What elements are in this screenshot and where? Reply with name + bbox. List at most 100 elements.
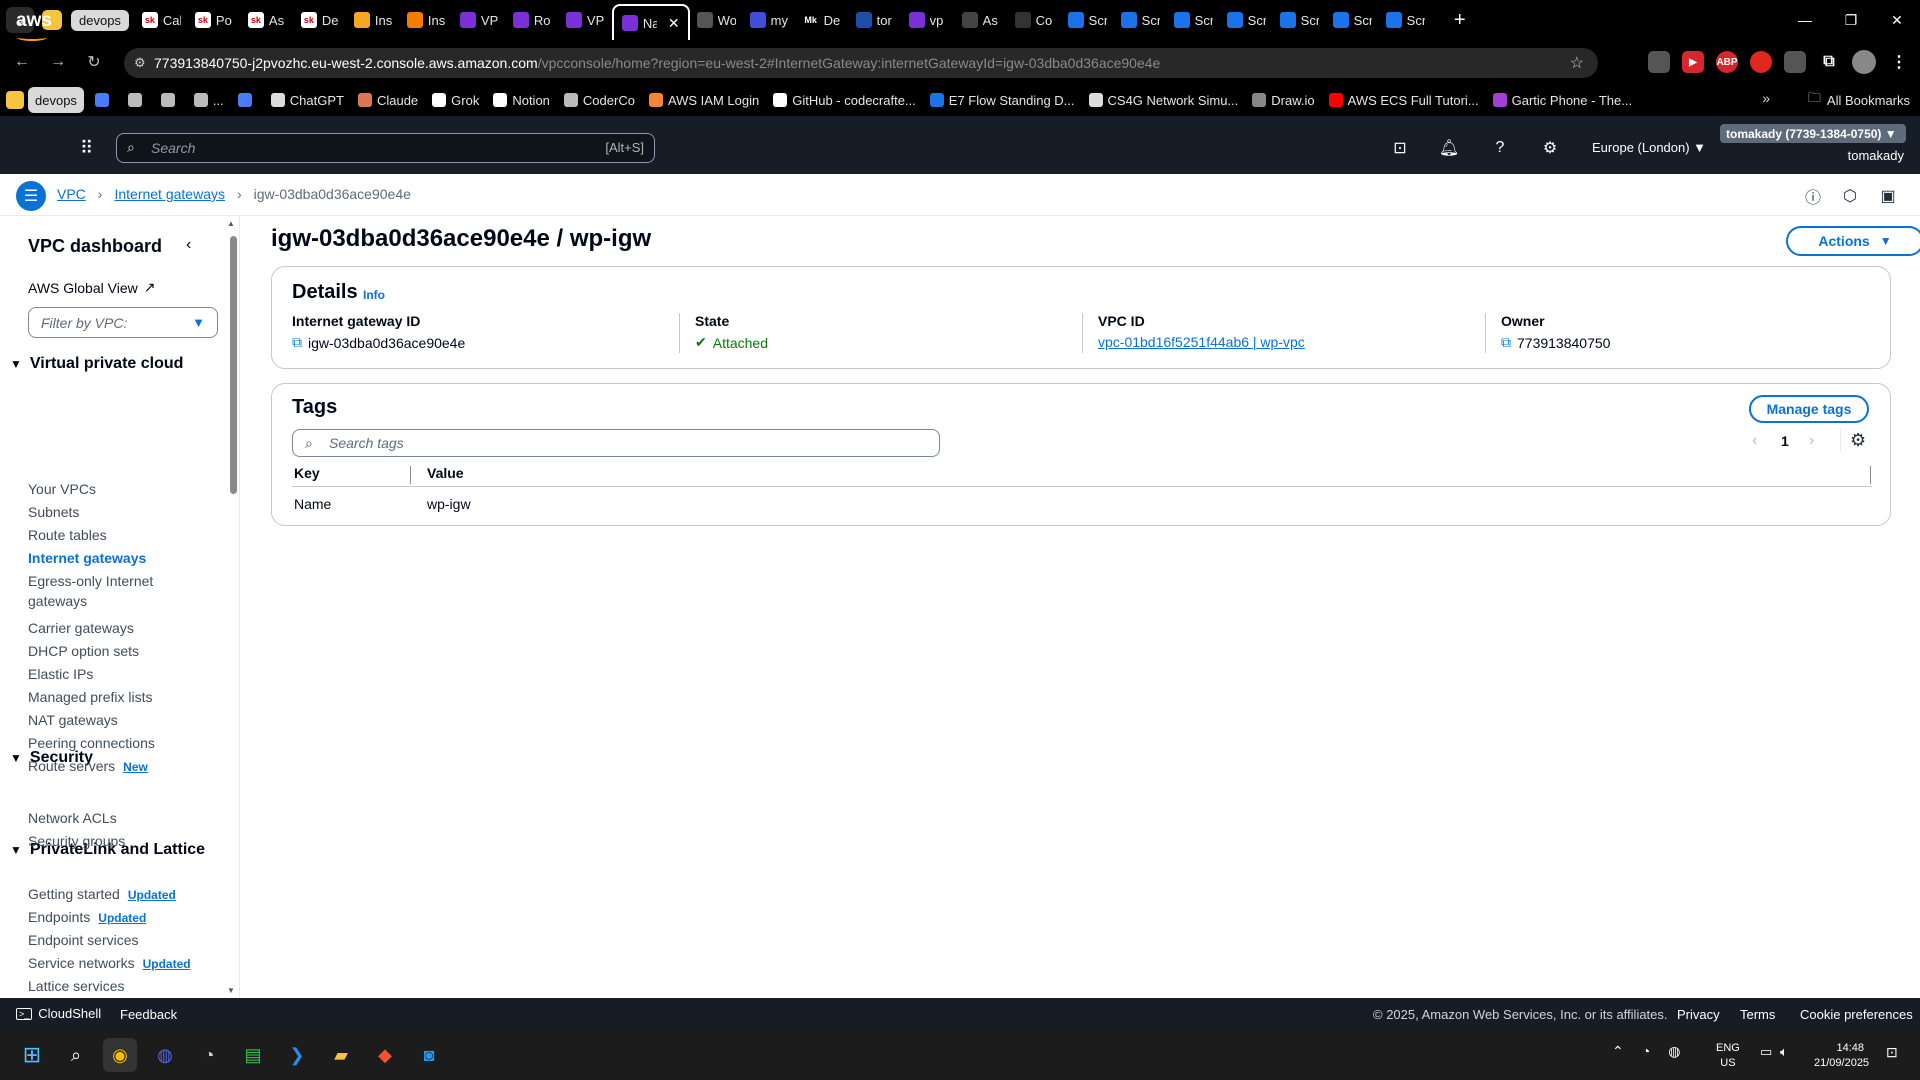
column-resizer[interactable] — [410, 466, 411, 484]
settings-gear-icon[interactable]: ⚙ — [1536, 134, 1564, 162]
help-icon[interactable]: ? — [1486, 134, 1514, 162]
page-number[interactable]: 1 — [1781, 433, 1789, 449]
browser-tab[interactable]: sk De — [294, 4, 347, 36]
docker-icon[interactable]: ◙ — [412, 1038, 446, 1072]
language-indicator[interactable]: ENG US — [1716, 1041, 1740, 1071]
sidebar-item-egress-only-internet-gateways[interactable]: Egress-only Internet gateways — [28, 571, 208, 611]
browser-tab[interactable]: Scr — [1220, 4, 1273, 36]
extension-icon[interactable] — [1750, 51, 1772, 73]
bookmark-item[interactable]: ChatGPT — [264, 87, 351, 113]
windows-start-icon[interactable]: ⊞ — [15, 1038, 49, 1072]
new-tab-plus-icon[interactable]: + — [1448, 9, 1472, 32]
cloudshell-button[interactable]: >_ CloudShell — [16, 1006, 101, 1021]
close-window-icon[interactable]: ✕ — [1874, 0, 1920, 40]
chrome-icon[interactable]: ◉ — [103, 1038, 137, 1072]
tab-group-label[interactable]: devops — [71, 9, 129, 31]
browser-tab[interactable]: Co — [1008, 4, 1061, 36]
back-arrow-icon[interactable]: ← — [4, 44, 40, 80]
sidebar-title[interactable]: VPC dashboard — [28, 236, 162, 257]
sidebar-item-dhcp-option-sets[interactable]: DHCP option sets — [28, 641, 208, 661]
copy-icon[interactable]: ⧉ — [292, 334, 302, 351]
bookmark-item[interactable]: CS4G Network Simu... — [1082, 87, 1246, 113]
restore-icon[interactable]: ❐ — [1828, 0, 1874, 40]
aws-logo[interactable]: aws — [16, 10, 52, 32]
browser-tab[interactable]: vp — [902, 4, 955, 36]
notepad-icon[interactable]: ▤ — [236, 1038, 270, 1072]
sidebar-item-subnets[interactable]: Subnets — [28, 502, 208, 522]
column-header-key[interactable]: Key — [294, 465, 320, 481]
sidebar-item-your-vpcs[interactable]: Your VPCs — [28, 479, 208, 499]
browser-tab[interactable]: sk As — [241, 4, 294, 36]
breadcrumb-internet-gateways[interactable]: Internet gateways — [114, 186, 225, 202]
sidebar-item-security-groups[interactable]: Security groups — [28, 831, 208, 851]
feedback-panel-icon[interactable]: ▣ — [1876, 184, 1900, 208]
volume-icon[interactable]: 🔈︎ — [1780, 1044, 1788, 1060]
sidebar-item-badge[interactable]: New — [123, 760, 148, 774]
services-grid-icon[interactable]: ⠿ — [80, 138, 93, 159]
adblock-extension-icon[interactable]: ABP — [1716, 51, 1738, 73]
browser-tab[interactable]: sk Cal — [135, 4, 188, 36]
bookmark-item[interactable]: Claude — [351, 87, 425, 113]
bookmark-group-icon[interactable] — [6, 91, 24, 109]
browser-tab[interactable]: Scr — [1273, 4, 1326, 36]
file-explorer-icon[interactable]: ▰ — [324, 1038, 358, 1072]
all-bookmarks-folder[interactable]: 🗀 All Bookmarks — [1808, 84, 1910, 116]
privacy-link[interactable]: Privacy — [1677, 1007, 1720, 1022]
details-info-link[interactable]: Info — [363, 288, 385, 302]
tag-search-input[interactable]: ⌕ Search tags — [292, 429, 940, 457]
account-username[interactable]: tomakady — [1848, 148, 1904, 163]
breadcrumb-vpc[interactable]: VPC — [57, 186, 86, 202]
sidebar-item-endpoint-services[interactable]: Endpoint services — [28, 930, 208, 950]
bookmark-item[interactable]: AWS ECS Full Tutori... — [1322, 87, 1486, 113]
account-menu[interactable]: tomakady (7739-1384-0750) ▼ — [1720, 124, 1906, 143]
bookmark-item[interactable] — [88, 87, 121, 113]
browser-tab[interactable]: Ro — [506, 4, 559, 36]
browser-tab[interactable]: tor — [849, 4, 902, 36]
browser-tab[interactable]: Scr — [1167, 4, 1220, 36]
browser-tab[interactable]: my — [743, 4, 796, 36]
clock[interactable]: 14:48 21/09/2025 — [1814, 1041, 1869, 1071]
bookmark-item[interactable]: CoderCo — [557, 87, 642, 113]
vpc-filter-select[interactable]: Filter by VPC: ▼ — [28, 307, 218, 338]
notifications-hex-icon[interactable]: ⬡ — [1838, 184, 1862, 208]
sidebar-item-lattice-services[interactable]: Lattice services — [28, 976, 208, 996]
extension-icon[interactable] — [1784, 51, 1806, 73]
prev-page-chevron-icon[interactable]: ‹ — [1752, 432, 1757, 450]
site-info-icon[interactable]: ⚙ — [134, 55, 146, 71]
manage-tags-button[interactable]: Manage tags — [1749, 395, 1869, 423]
menu-hamburger-icon[interactable]: ☰ — [16, 181, 46, 211]
bookmark-item[interactable]: Notion — [486, 87, 557, 113]
profile-avatar-icon[interactable] — [1852, 50, 1876, 74]
browser-tab[interactable]: sk Po — [188, 4, 241, 36]
section-virtual-private-cloud[interactable]: ▼ Virtual private cloud — [10, 355, 183, 373]
collapse-sidebar-icon[interactable]: ‹ — [186, 236, 191, 254]
steam-tray-icon[interactable]: ◔ — [1642, 1043, 1650, 1060]
minimize-icon[interactable]: — — [1782, 0, 1828, 40]
bookmark-item[interactable]: E7 Flow Standing D... — [923, 87, 1082, 113]
youtube-extension-icon[interactable]: ▶ — [1682, 51, 1704, 73]
browser-tab[interactable]: Ins — [347, 4, 400, 36]
sidebar-item-internet-gateways[interactable]: Internet gateways — [28, 548, 208, 568]
sidebar-item-carrier-gateways[interactable]: Carrier gateways — [28, 618, 208, 638]
actions-button[interactable]: Actions ▼ — [1786, 226, 1920, 256]
more-bookmarks-chevron-icon[interactable]: » — [1762, 90, 1770, 106]
git-icon[interactable]: ◆ — [368, 1038, 402, 1072]
bookmark-item[interactable]: Draw.io — [1245, 87, 1321, 113]
next-page-chevron-icon[interactable]: › — [1809, 432, 1814, 450]
forward-arrow-icon[interactable]: → — [40, 44, 76, 80]
bookmark-item[interactable]: ... — [187, 87, 231, 113]
browser-tab[interactable]: Scr — [1379, 4, 1432, 36]
notification-center-icon[interactable]: ⊡ — [1886, 1044, 1898, 1061]
close-tab-icon[interactable]: ✕ — [668, 15, 680, 32]
bookmark-item[interactable]: Grok — [425, 87, 486, 113]
cookie-preferences-link[interactable]: Cookie preferences — [1800, 1007, 1913, 1022]
puzzle-extensions-icon[interactable]: ⧉ — [1818, 51, 1840, 73]
bookmark-item[interactable]: AWS IAM Login — [642, 87, 766, 113]
browser-tab[interactable]: Scr — [1326, 4, 1379, 36]
sidebar-scrollbar-thumb[interactable] — [230, 236, 237, 494]
sidebar-item-network-acls[interactable]: Network ACLs — [28, 808, 208, 828]
kebab-menu-icon[interactable]: ⋮ — [1888, 51, 1910, 73]
feedback-link[interactable]: Feedback — [120, 1007, 177, 1022]
bookmark-item[interactable]: GitHub - codecrafte... — [766, 87, 923, 113]
sidebar-item-service-networks[interactable]: Service networks Updated — [28, 953, 208, 974]
